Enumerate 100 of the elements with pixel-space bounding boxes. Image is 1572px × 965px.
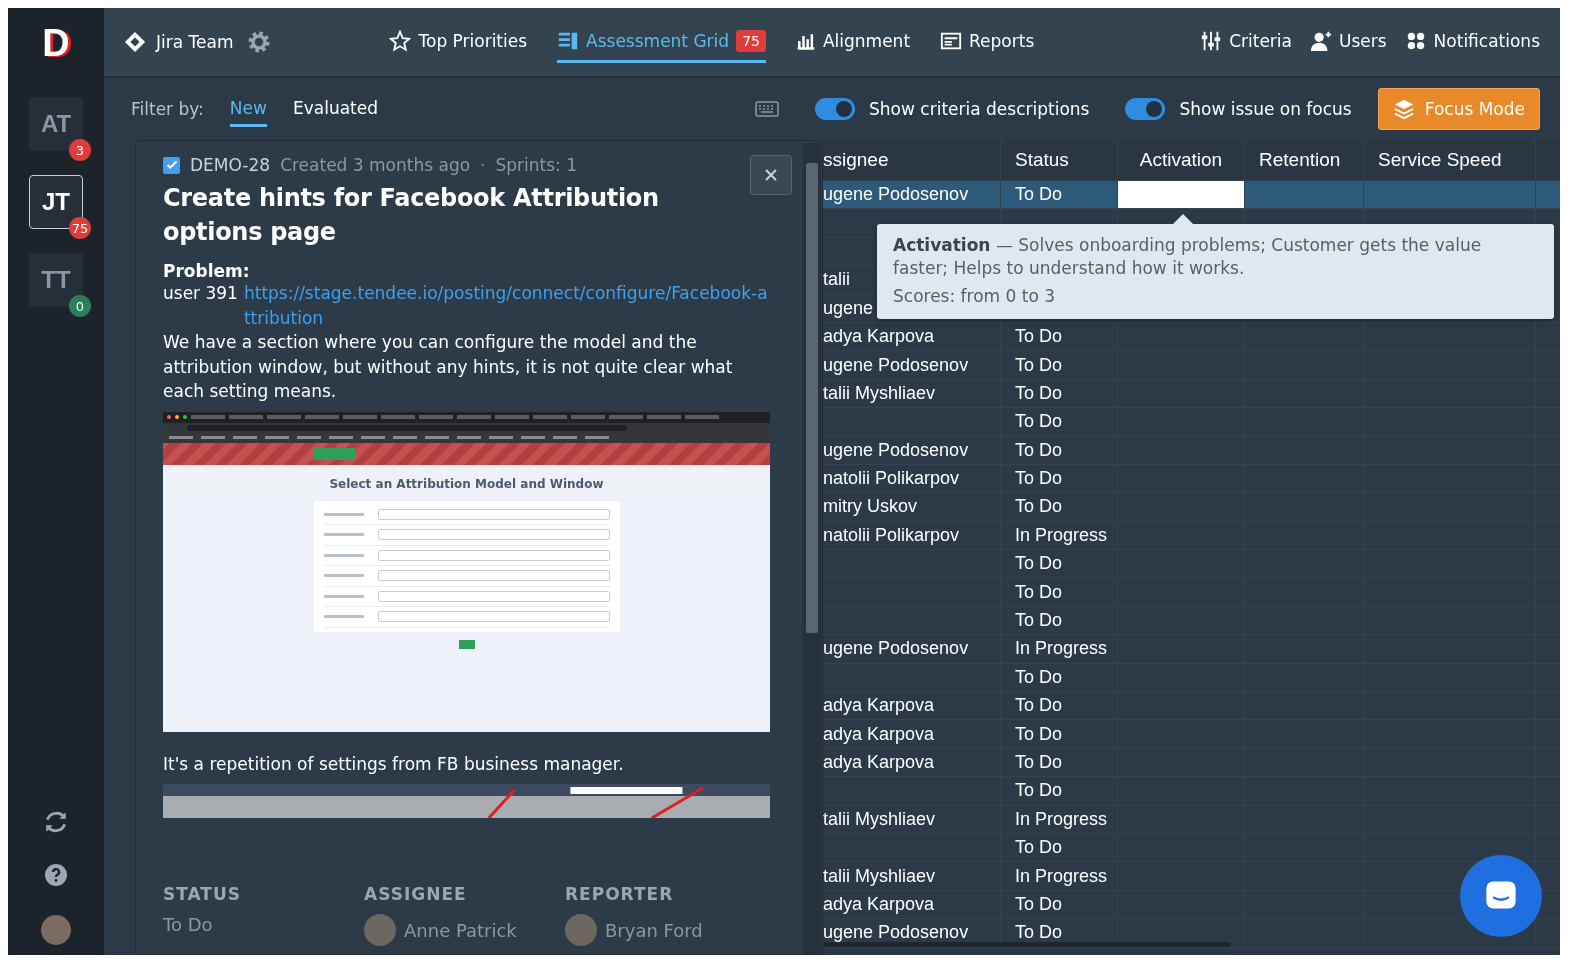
table-cell: To Do — [1015, 837, 1063, 859]
table-cell: To Do — [1015, 354, 1063, 376]
table-row[interactable]: ugene Podosenov To Do — [823, 436, 1560, 465]
count-badge: 75 — [69, 217, 91, 239]
issue-key: DEMO-28 — [190, 155, 271, 175]
table-cell: To Do — [1015, 439, 1063, 461]
table-row[interactable]: To Do — [823, 777, 1560, 806]
table-cell: To Do — [1015, 723, 1063, 745]
description: We have a section where you can configure the model and the attribution window, but without any hints, it is not quite clear what each setting means. — [163, 331, 734, 403]
filter-tab[interactable]: New — [229, 91, 267, 127]
diamond-logo-icon — [124, 31, 146, 53]
table-row[interactable]: ugene Podosenov To Do — [823, 181, 1560, 210]
table-row[interactable]: ugene Podosenov In Progress — [823, 635, 1560, 664]
table-cell: talii Myshliaev — [823, 865, 936, 887]
team-name: Jira Team — [156, 32, 234, 52]
issue-link[interactable]: https://stage.tendee.io/posting/connect/configure/Facebook-attribution — [243, 281, 770, 330]
keyboard-icon[interactable] — [755, 101, 780, 117]
table-cell: To Do — [1015, 496, 1063, 518]
sliders-icon — [1200, 29, 1223, 52]
nav-tab[interactable]: Reports — [940, 21, 1035, 63]
table-cell: To Do — [1015, 780, 1063, 802]
separator: · — [480, 155, 486, 175]
table-row[interactable]: adya Karpova To Do — [823, 748, 1560, 778]
table-cell: adya Karpova — [823, 893, 935, 915]
table-cell: To Do — [1015, 553, 1063, 575]
toggle-label: Show issue on focus — [1179, 99, 1352, 119]
app-logo[interactable]: D — [42, 22, 70, 65]
count-badge: 3 — [69, 139, 91, 161]
table-row[interactable]: To Do — [823, 550, 1560, 579]
nav-tab[interactable]: Alignment — [795, 21, 911, 63]
scrollbar[interactable] — [823, 942, 1231, 947]
nav-tab[interactable]: Top Priorities — [389, 21, 528, 63]
tooltip-text: Activation — Solves onboarding problems; Customer gets the value faster; Helps to understand how it works. — [893, 234, 1483, 280]
table-cell: To Do — [1015, 184, 1063, 206]
table-cell: mitry Uskov — [823, 496, 917, 518]
table-cell: talii Myshliaev — [823, 382, 936, 404]
score-input[interactable] — [1118, 181, 1244, 209]
table-row[interactable]: natolii Polikarpov To Do — [823, 464, 1560, 494]
table-row[interactable]: adya Karpova To Do — [823, 720, 1560, 749]
column-header[interactable]: Activation — [1118, 140, 1245, 180]
settings-icon[interactable] — [247, 30, 272, 54]
table-row[interactable]: talii Myshliaev To Do — [823, 379, 1560, 409]
scrollbar[interactable] — [803, 143, 821, 954]
count-badge: 0 — [69, 295, 91, 317]
close-button[interactable] — [750, 155, 792, 195]
note-text: It's a repetition of settings from FB business manager. — [163, 752, 625, 776]
table-cell: ugene Podosenov — [823, 439, 969, 461]
table-cell: adya Karpova — [823, 723, 935, 745]
table-cell: To Do — [1015, 581, 1063, 603]
table-cell: ugene — [823, 297, 874, 319]
table-cell: ugene Podosenov — [823, 184, 969, 206]
user-avatar[interactable] — [41, 915, 71, 945]
problem-label: Problem: — [163, 261, 251, 281]
table-cell: natolii Polikarpov — [823, 468, 960, 490]
table-row[interactable]: To Do — [823, 606, 1560, 636]
user-add-icon — [1310, 29, 1332, 52]
table-cell: talii — [823, 269, 850, 291]
table-cell: ugene Podosenov — [823, 922, 969, 944]
sprint-count: Sprints: 1 — [495, 155, 578, 175]
table-cell: To Do — [1015, 752, 1063, 773]
table-cell: In Progress — [1015, 808, 1108, 830]
table-cell: adya Karpova — [823, 326, 935, 348]
refresh-icon[interactable] — [43, 809, 69, 835]
table-cell: To Do — [1015, 893, 1063, 915]
toggle-switch[interactable] — [1125, 98, 1166, 120]
table-row[interactable]: natolii Polikarpov In Progress — [823, 521, 1560, 551]
toggle-switch[interactable] — [815, 98, 856, 120]
star-icon — [389, 29, 412, 52]
nav-link[interactable]: Notifications — [1404, 21, 1540, 63]
count-badge: 75 — [736, 29, 766, 52]
field-label: ASSIGNEE — [364, 884, 468, 904]
column-header[interactable]: ssignee — [823, 140, 1001, 180]
user-text: user 391 — [163, 282, 238, 305]
table-cell: To Do — [1015, 382, 1063, 404]
help-icon[interactable] — [44, 863, 68, 887]
table-cell: To Do — [1015, 468, 1063, 490]
nav-link[interactable]: Criteria — [1200, 21, 1292, 63]
table-row[interactable]: To Do — [823, 578, 1560, 607]
table-row[interactable]: adya Karpova To Do — [823, 692, 1560, 721]
table-row[interactable]: To Do — [823, 663, 1560, 693]
table-row[interactable]: adya Karpova To Do — [823, 322, 1560, 352]
column-header[interactable]: Status — [1001, 140, 1118, 180]
checkbox[interactable] — [163, 156, 180, 174]
table-row[interactable]: talii Myshliaev In Progress — [823, 805, 1560, 834]
field-label: REPORTER — [565, 884, 675, 904]
column-header[interactable]: Service Speed — [1364, 140, 1536, 180]
field-value: To Do — [163, 914, 213, 935]
table-cell: talii Myshliaev — [823, 808, 936, 830]
nav-link[interactable]: Users — [1310, 21, 1387, 63]
table-row[interactable]: ugene Podosenov To Do — [823, 351, 1560, 380]
table-row[interactable]: mitry Uskov To Do — [823, 493, 1560, 522]
table-cell: To Do — [1015, 326, 1063, 348]
issue-title: Create hints for Facebook Attribution options page — [163, 183, 660, 248]
table-cell: adya Karpova — [823, 752, 935, 773]
check-icon — [164, 158, 179, 172]
column-header[interactable]: Retention — [1245, 140, 1364, 180]
filter-label: Filter by: — [131, 99, 204, 119]
filter-tab[interactable]: Evaluated — [292, 91, 378, 127]
table-row[interactable]: To Do — [823, 408, 1560, 437]
nav-tab[interactable]: Assessment Grid 75 — [557, 21, 766, 63]
